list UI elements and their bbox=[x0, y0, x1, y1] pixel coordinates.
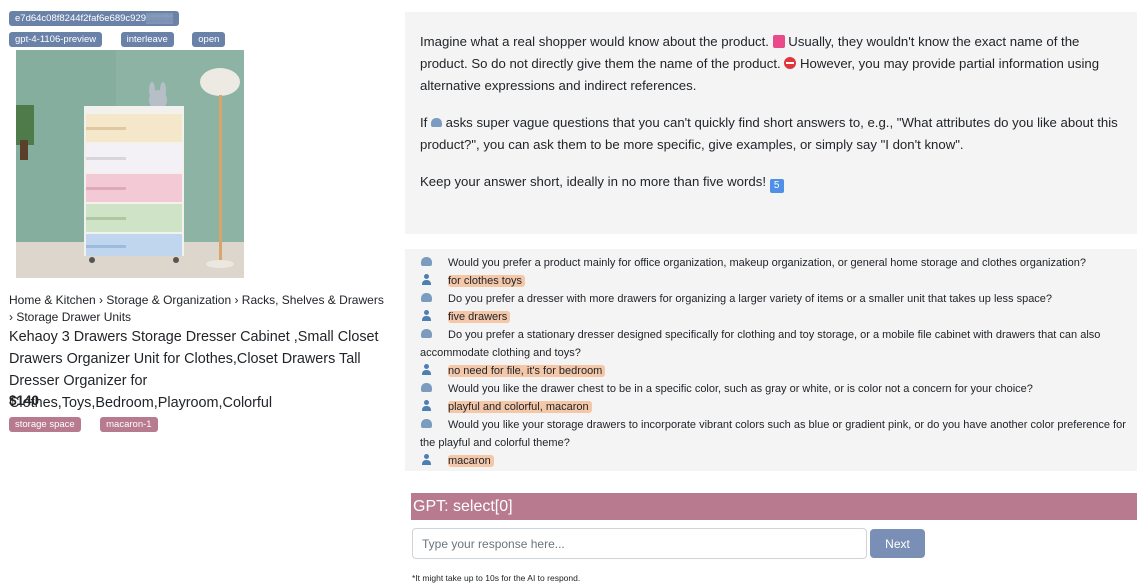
chat-message-user: five drawers bbox=[420, 308, 1137, 326]
robot-icon bbox=[431, 118, 442, 127]
instruction-paragraph: If asks super vague questions that you c… bbox=[420, 115, 1118, 152]
product-panel: e7d64c08f8244f2faf6e689c929▒▒▒▒ gpt-4-11… bbox=[0, 0, 395, 584]
user-icon bbox=[421, 274, 431, 285]
user-icon bbox=[421, 400, 431, 411]
response-input[interactable] bbox=[412, 528, 867, 559]
keycap-five-icon: 5 bbox=[769, 179, 784, 193]
session-id-badge: e7d64c08f8244f2faf6e689c929▒▒▒▒ bbox=[9, 11, 179, 26]
no-entry-icon bbox=[784, 57, 797, 69]
chat-message-user: for clothes toys bbox=[420, 272, 1137, 290]
product-tags: storage space macaron-1 bbox=[9, 414, 173, 432]
product-price: $140 bbox=[9, 393, 40, 408]
robot-icon bbox=[420, 329, 432, 338]
instruction-paragraph: Keep your answer short, ideally in no mo… bbox=[420, 171, 1122, 193]
tag-macaron: macaron-1 bbox=[100, 417, 158, 432]
robot-icon bbox=[420, 383, 432, 392]
instruction-paragraph: Imagine what a real shopper would know a… bbox=[420, 34, 1100, 93]
chat-message-user: playful and colorful, macaron bbox=[420, 398, 1137, 416]
robot-icon bbox=[420, 257, 432, 266]
product-image bbox=[16, 50, 244, 278]
instructions-panel: Imagine what a real shopper would know a… bbox=[405, 12, 1137, 234]
chat-message-ai: Would you prefer a product mainly for of… bbox=[420, 254, 1137, 272]
status-badge: open bbox=[192, 32, 226, 47]
breadcrumb: Home & Kitchen › Storage & Organization … bbox=[9, 293, 384, 324]
chat-message-ai: Do you prefer a stationary dresser desig… bbox=[420, 329, 1101, 359]
chat-message-ai: Would you like your storage drawers to i… bbox=[420, 419, 1126, 449]
next-button[interactable]: Next bbox=[870, 529, 925, 558]
chat-message-user: no need for file, it's for bedroom bbox=[420, 362, 1137, 380]
mode-badge: interleave bbox=[120, 32, 174, 47]
user-icon bbox=[421, 454, 431, 465]
robot-icon bbox=[420, 293, 432, 302]
shopping-bag-icon bbox=[772, 35, 785, 48]
response-time-note: *It might take up to 10s for the AI to r… bbox=[412, 573, 581, 583]
product-title: Kehaoy 3 Drawers Storage Dresser Cabinet… bbox=[9, 329, 379, 411]
user-icon bbox=[421, 310, 431, 321]
gpt-status-bar: GPT: select[0] bbox=[411, 493, 1137, 520]
chat-message-user: macaron bbox=[420, 452, 1137, 470]
chat-message-ai: Would you like the drawer chest to be in… bbox=[420, 380, 1137, 398]
user-icon bbox=[421, 364, 431, 375]
chat-message-ai: Do you prefer a dresser with more drawer… bbox=[420, 290, 1137, 308]
tag-storage-space: storage space bbox=[9, 417, 81, 432]
model-badge: gpt-4-1106-preview bbox=[9, 32, 103, 47]
session-badges: e7d64c08f8244f2faf6e689c929▒▒▒▒ gpt-4-11… bbox=[9, 8, 389, 47]
robot-icon bbox=[420, 419, 432, 428]
chat-log: Would you prefer a product mainly for of… bbox=[405, 249, 1137, 471]
